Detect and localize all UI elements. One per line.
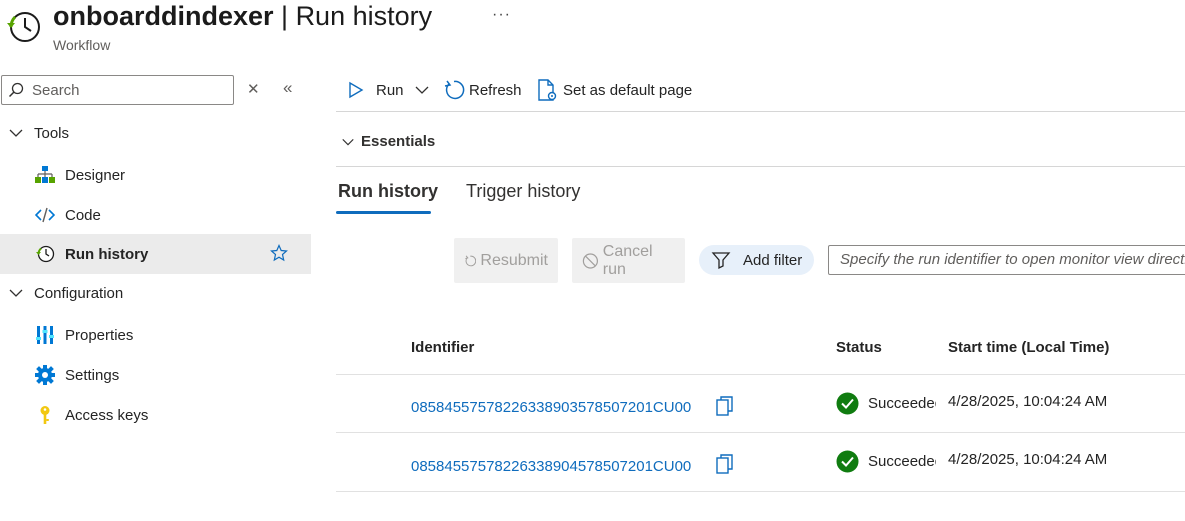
copy-icon[interactable] — [715, 453, 735, 475]
set-default-page-button[interactable]: Set as default page — [537, 76, 692, 104]
sidebar-item-label: Settings — [65, 366, 120, 384]
play-icon — [349, 81, 364, 99]
run-identifier-input[interactable]: Specify the run identifier to open monit… — [828, 245, 1185, 275]
sidebar-item-label: Properties — [65, 326, 134, 344]
sidebar-item-access-keys[interactable]: Access keys — [0, 395, 311, 435]
run-label: Run — [376, 81, 404, 99]
chevron-down-icon — [342, 138, 354, 145]
add-filter-button[interactable]: Add filter — [699, 245, 815, 275]
search-input[interactable]: Search — [1, 75, 234, 105]
key-icon — [35, 405, 55, 425]
more-options-button[interactable]: ··· — [492, 6, 511, 24]
refresh-button[interactable]: Refresh — [443, 76, 522, 104]
cancel-run-button[interactable]: Cancel run — [572, 238, 685, 283]
table-row[interactable]: 08584557578226338904578507201CU00 Succee… — [336, 433, 1185, 491]
title-separator: | — [273, 1, 296, 31]
group-configuration-toggle[interactable]: Configuration — [8, 278, 123, 308]
filter-icon — [711, 252, 731, 270]
essentials-label: Essentials — [361, 133, 436, 150]
sidebar-item-designer[interactable]: Designer — [0, 155, 311, 195]
section-title: Run history — [295, 1, 433, 31]
page-title: onboarddindexer | Run history — [53, 0, 432, 32]
table-row[interactable]: 08584557578226338903578507201CU00 Succee… — [336, 375, 1185, 432]
group-tools-toggle[interactable]: Tools — [8, 118, 69, 148]
add-filter-label: Add filter — [743, 251, 803, 269]
refresh-icon — [444, 80, 465, 100]
run-identifier-link[interactable]: 08584557578226338904578507201CU00 — [411, 458, 691, 475]
sidebar-item-settings[interactable]: Settings — [0, 355, 311, 395]
run-button[interactable]: Run — [348, 76, 430, 104]
collapse-sidebar-button[interactable]: « — [283, 78, 292, 98]
cancel-icon — [582, 252, 599, 269]
success-check-icon — [836, 392, 859, 415]
essentials-toggle[interactable]: Essentials — [341, 133, 435, 150]
column-header-identifier[interactable]: Identifier — [411, 339, 474, 356]
chevron-down-icon — [415, 86, 428, 94]
cancel-run-label: Cancel run — [602, 242, 653, 278]
sidebar-item-label: Code — [65, 206, 101, 224]
start-time: 4/28/2025, 10:04:24 AM — [948, 393, 1108, 410]
sidebar-item-code[interactable]: Code — [0, 195, 311, 235]
sidebar-item-run-history[interactable]: Run history — [0, 234, 311, 274]
resubmit-icon — [465, 255, 477, 266]
chevron-down-icon — [9, 289, 23, 297]
chevron-down-icon — [9, 129, 23, 137]
document-settings-icon — [538, 79, 557, 101]
sidebar-item-label: Run history — [65, 245, 149, 263]
properties-icon — [35, 325, 55, 345]
refresh-label: Refresh — [469, 81, 522, 99]
status-text: Succeeded — [868, 395, 936, 412]
favorite-star-icon[interactable] — [270, 244, 288, 262]
tab-run-history[interactable]: Run history — [338, 181, 438, 202]
resubmit-label: Resubmit — [480, 251, 548, 269]
run-history-icon — [35, 244, 55, 264]
clear-search-button[interactable]: ✕ — [247, 80, 260, 98]
group-label: Configuration — [34, 284, 124, 302]
column-header-start-time[interactable]: Start time (Local Time) — [948, 339, 1109, 356]
search-placeholder: Search — [32, 82, 80, 99]
sidebar-item-label: Designer — [65, 166, 126, 184]
row-divider — [336, 491, 1185, 492]
column-header-status[interactable]: Status — [836, 339, 882, 356]
start-time: 4/28/2025, 10:04:24 AM — [948, 451, 1108, 468]
essentials-divider — [336, 166, 1185, 167]
toolbar-divider — [336, 111, 1185, 112]
tab-trigger-history[interactable]: Trigger history — [466, 181, 580, 202]
set-default-label: Set as default page — [563, 81, 693, 99]
workflow-name: onboarddindexer — [53, 1, 274, 31]
code-icon — [35, 205, 55, 225]
page-subtitle: Workflow — [53, 37, 111, 53]
tab-selected-indicator — [336, 211, 431, 214]
status-text: Succeeded — [868, 453, 936, 470]
workflow-run-history-icon — [4, 8, 42, 46]
run-identifier-link[interactable]: 08584557578226338903578507201CU00 — [411, 399, 691, 416]
success-check-icon — [836, 450, 859, 473]
resubmit-button[interactable]: Resubmit — [454, 238, 558, 283]
group-label: Tools — [34, 124, 70, 142]
designer-icon — [35, 165, 55, 185]
sidebar-item-label: Access keys — [65, 406, 149, 424]
settings-gear-icon — [35, 365, 55, 385]
sidebar-item-properties[interactable]: Properties — [0, 315, 311, 355]
search-icon — [8, 82, 24, 98]
copy-icon[interactable] — [715, 395, 735, 417]
